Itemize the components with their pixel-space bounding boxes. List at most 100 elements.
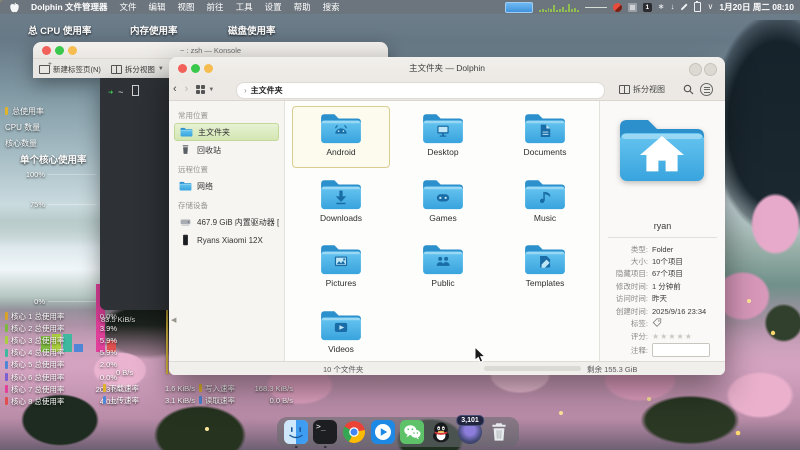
- qq-dock-icon[interactable]: [429, 420, 453, 444]
- tags-label: 标签:: [630, 318, 648, 328]
- folder-view[interactable]: Android Desktop Documents Downloads Games Mus…: [285, 101, 599, 362]
- forward-button[interactable]: ›: [181, 84, 193, 95]
- menubar-item[interactable]: 前往: [207, 1, 224, 13]
- gridline: [48, 174, 96, 175]
- comment-input[interactable]: [652, 343, 710, 358]
- red-status-icon[interactable]: [612, 2, 622, 12]
- stylus-icon[interactable]: [681, 3, 688, 11]
- menubar-item[interactable]: 编辑: [149, 1, 166, 13]
- places-item-[interactable]: 主文件夹: [174, 123, 279, 141]
- dolphin-titlebar[interactable]: 主文件夹 — Dolphin: [169, 57, 725, 79]
- folder-icon: [179, 181, 192, 191]
- wechat-dock-icon[interactable]: [400, 420, 424, 444]
- folder-item-android[interactable]: Android: [292, 106, 390, 168]
- tag-icon[interactable]: [652, 318, 662, 328]
- apple-logo-icon[interactable]: [10, 2, 19, 13]
- core-usage-row: 核心 3 总使用率 5.9%: [5, 334, 117, 346]
- folder-item-videos[interactable]: Videos: [293, 304, 389, 364]
- menubar-item[interactable]: 工具: [236, 1, 253, 13]
- new-tab-button[interactable]: 新建标签页(N): [39, 61, 101, 75]
- places-item-[interactable]: 回收站: [174, 141, 279, 159]
- places-item-label: 主文件夹: [198, 127, 230, 137]
- core-usage-row-label: 核心 8 总使用率: [11, 396, 65, 406]
- folder-item-public[interactable]: Public: [395, 238, 491, 298]
- chevron-down-icon: ▼: [157, 66, 164, 72]
- breadcrumb-location[interactable]: 主文件夹: [251, 85, 283, 96]
- panel-net-line-widget[interactable]: [584, 2, 607, 12]
- back-button[interactable]: ‹: [169, 84, 181, 95]
- file-manager-dock-icon[interactable]: [284, 420, 308, 448]
- panel-display-widget[interactable]: [504, 1, 533, 13]
- split-view-button[interactable]: 拆分视图: [619, 84, 665, 95]
- network-rate-row: 上传速率 3.1 KiB/s: [103, 394, 195, 406]
- gridline: [48, 204, 96, 205]
- folder-item-documents[interactable]: Documents: [497, 107, 593, 167]
- download-arrow-icon[interactable]: ↓: [670, 3, 674, 11]
- view-mode-icon[interactable]: [196, 85, 206, 94]
- titlebar-button[interactable]: [704, 63, 717, 76]
- gray-widget-icon[interactable]: [627, 2, 637, 12]
- dolphin-window[interactable]: 主文件夹 — Dolphin ‹ › ▼ › 主文件夹 拆分视图 ◀ 常用位置主…: [169, 57, 725, 375]
- places-item-ryansxiaomi12x[interactable]: Ryans Xiaomi 12X: [174, 231, 279, 249]
- menubar-item[interactable]: 设置: [265, 1, 282, 13]
- tray-expander-icon[interactable]: ∨: [707, 3, 713, 11]
- menubar-item[interactable]: 搜索: [323, 1, 340, 13]
- chat-app-dock-icon[interactable]: 3,101: [456, 415, 484, 444]
- network-rate-legend: 下载速率 1.6 KiB/s 上传速率 3.1 KiB/s: [103, 382, 195, 406]
- titlebar-button[interactable]: [689, 63, 702, 76]
- active-app-name[interactable]: Dolphin 文件管理器: [31, 1, 108, 13]
- core-usage-legend: 核心 1 总使用率 0.0% 核心 2 总使用率 3.9% 核心 3 总使用率 5.9% 核…: [5, 310, 117, 408]
- terminal-dock-icon[interactable]: >_: [313, 420, 337, 448]
- places-item-4679gibnvm[interactable]: 467.9 GiB 内置驱动器 [nvm…: [174, 213, 279, 231]
- legend-color-chip: [5, 324, 8, 333]
- core-usage-row-label: 核心 5 总使用率: [11, 360, 65, 370]
- split-view-button[interactable]: 拆分视图 ▼: [110, 64, 164, 75]
- battery-icon[interactable]: [694, 1, 702, 12]
- folder-item-downloads[interactable]: Downloads: [293, 173, 389, 233]
- menu-icon[interactable]: [700, 83, 713, 96]
- folder-item-games[interactable]: Games: [395, 173, 491, 233]
- rating-stars[interactable]: ★★★★★: [652, 332, 693, 341]
- cpu-info-row: 总使用率: [5, 103, 44, 119]
- item-detail-value: 1 分钟前: [652, 281, 681, 291]
- folder-item-pictures[interactable]: Pictures: [293, 238, 389, 298]
- running-indicator: [323, 445, 327, 448]
- legend-color-chip: [199, 396, 202, 405]
- trash-dock-icon[interactable]: [487, 420, 511, 444]
- menubar-item[interactable]: 帮助: [294, 1, 311, 13]
- panel-collapse-icon[interactable]: ◀: [171, 316, 176, 324]
- folder-name: Documents: [523, 147, 567, 157]
- media-player-dock-icon[interactable]: [371, 420, 395, 444]
- legend-color-chip: [199, 384, 202, 393]
- folder-item-desktop[interactable]: Desktop: [395, 107, 491, 167]
- breadcrumb-chevron-icon: ›: [244, 86, 247, 95]
- places-section-title: 存储设备: [178, 201, 208, 210]
- panel-cpu-bars-widget[interactable]: [538, 2, 579, 12]
- asterisk-icon[interactable]: ∗: [658, 3, 665, 11]
- folder-name: Music: [533, 212, 557, 223]
- badge-1-icon[interactable]: 1: [642, 2, 652, 12]
- folder-item-templates[interactable]: Templates: [497, 238, 593, 298]
- core-usage-row-value: 5.9%: [99, 335, 117, 345]
- legend-color-chip: [5, 312, 8, 321]
- disk-rate-row-value: 168.3 KiB/s: [254, 383, 293, 393]
- menubar-item[interactable]: 视图: [178, 1, 195, 13]
- terminal-cursor: [131, 85, 139, 96]
- places-item-[interactable]: 网络: [174, 177, 279, 195]
- folder-name: Games: [429, 212, 457, 223]
- search-icon[interactable]: [683, 84, 694, 95]
- folder-item-music[interactable]: Music: [497, 173, 593, 233]
- menubar-item[interactable]: 文件: [120, 1, 137, 13]
- konsole-titlebar[interactable]: ~ : zsh — Konsole: [33, 42, 388, 58]
- breadcrumb[interactable]: › 主文件夹: [236, 82, 605, 99]
- network-rate-row-label: 下载速率: [109, 383, 139, 393]
- mouse-cursor: [474, 346, 487, 363]
- item-detail-value: 2025/9/16 23:34: [652, 306, 707, 316]
- chrome-dock-icon[interactable]: [342, 420, 366, 444]
- view-mode-chevron-icon[interactable]: ▼: [208, 87, 214, 93]
- item-details-list: 类型: Folder 大小: 10个项目 隐藏项目: 67个项目 修改时间: 1 分钟前 访问时…: [600, 243, 723, 317]
- clock[interactable]: 1月20日 周二 08:10: [719, 1, 794, 13]
- legend-color-chip: [5, 107, 8, 115]
- folder-icon: [423, 179, 463, 209]
- item-detail-label: 修改时间:: [615, 281, 648, 291]
